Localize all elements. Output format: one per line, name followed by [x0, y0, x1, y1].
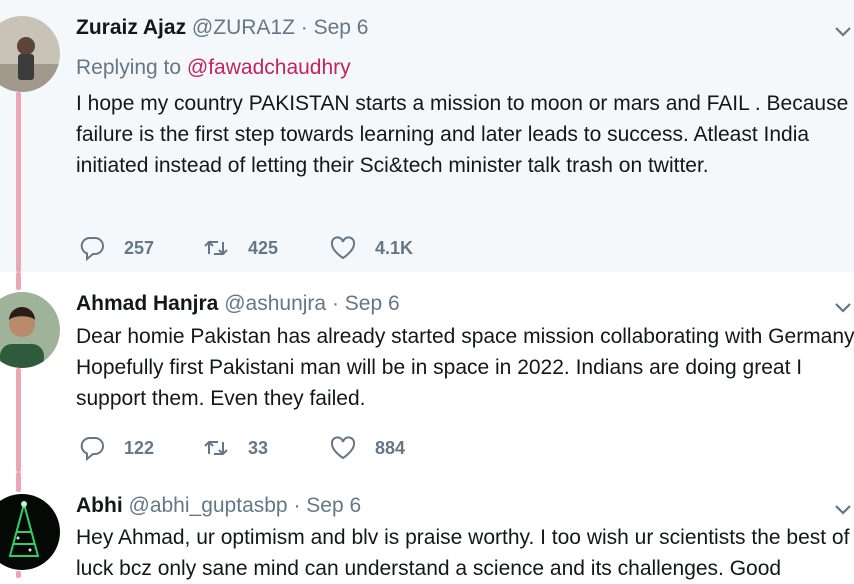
user-handle[interactable]: @abhi_guptasbp	[129, 494, 288, 517]
user-handle[interactable]: @ZURA1Z	[192, 16, 295, 39]
reply-count: 122	[124, 437, 155, 458]
mention-link[interactable]: @fawadchaudhry	[187, 56, 351, 79]
avatar[interactable]	[0, 494, 60, 570]
tweet-header: Abhi @abhi_guptasbp · Sep 6	[76, 494, 361, 518]
reply-icon	[80, 437, 104, 462]
user-handle[interactable]: @ashunjra	[224, 292, 326, 315]
tweet[interactable]: Abhi @abhi_guptasbp · Sep 6 Hey Ahmad, u…	[0, 472, 854, 580]
retweet-count: 425	[248, 237, 279, 258]
retweet-icon	[204, 440, 228, 456]
tweet-date[interactable]: · Sep 6	[293, 494, 361, 517]
replying-to: Replying to @fawadchaudhry	[76, 56, 351, 80]
tweet-header: Ahmad Hanjra @ashunjra · Sep 6	[76, 292, 400, 316]
thread-line	[16, 472, 21, 492]
like-count: 884	[375, 437, 406, 458]
chevron-down-icon[interactable]	[834, 26, 852, 38]
retweet-icon	[204, 240, 228, 256]
retweet-count: 33	[248, 437, 269, 458]
chevron-down-icon[interactable]	[834, 504, 852, 516]
reply-icon	[80, 237, 104, 262]
tweet-header: Zuraiz Ajaz @ZURA1Z · Sep 6	[76, 16, 368, 40]
tweet[interactable]: Ahmad Hanjra @ashunjra · Sep 6 Dear homi…	[0, 272, 854, 472]
chevron-down-icon[interactable]	[834, 302, 852, 314]
like-button[interactable]: 884	[329, 433, 405, 463]
reply-button[interactable]: 122	[78, 433, 154, 463]
tweet-text: Hey Ahmad, ur optimism and blv is praise…	[76, 526, 850, 580]
user-name[interactable]: Abhi	[76, 494, 123, 517]
retweet-button[interactable]: 33	[202, 433, 268, 463]
tweet-text: I hope my country PAKISTAN starts a miss…	[76, 92, 849, 177]
thread-line	[16, 272, 21, 290]
heart-icon	[330, 236, 356, 260]
reply-count: 257	[124, 237, 155, 258]
avatar[interactable]	[0, 16, 60, 92]
avatar[interactable]	[0, 292, 60, 368]
thread-line	[16, 368, 21, 472]
thread-line	[16, 92, 21, 272]
heart-icon	[330, 436, 356, 460]
user-name[interactable]: Zuraiz Ajaz	[76, 16, 186, 39]
tweet-date[interactable]: · Sep 6	[301, 16, 369, 39]
retweet-button[interactable]: 425	[202, 233, 278, 263]
user-name[interactable]: Ahmad Hanjra	[76, 292, 218, 315]
tweet-text: Dear homie Pakistan has already started …	[76, 325, 854, 410]
tweet[interactable]: Zuraiz Ajaz @ZURA1Z · Sep 6 Replying to …	[0, 0, 854, 272]
reply-button[interactable]: 257	[78, 233, 154, 263]
replying-label: Replying to	[76, 56, 187, 79]
tweet-date[interactable]: · Sep 6	[332, 292, 400, 315]
like-button[interactable]: 4.1K	[329, 233, 413, 263]
thread-line	[16, 571, 21, 578]
like-count: 4.1K	[375, 237, 414, 258]
